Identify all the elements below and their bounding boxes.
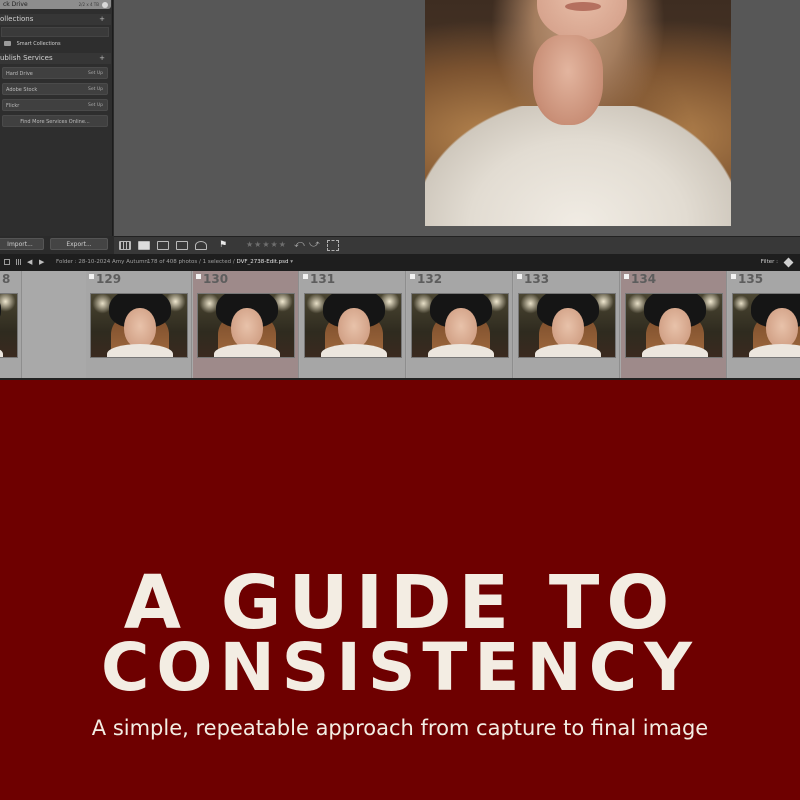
photo-count-label: 178 of 408 photos / 1 selected / [147,259,237,265]
filmstrip-cell[interactable]: 132 [407,271,513,378]
add-collection-icon[interactable]: + [99,14,105,25]
filmstrip: 8 129 130 131 132 133 134 135 [0,271,800,380]
thumbnail[interactable] [304,293,402,358]
main-photo[interactable] [425,0,731,226]
photo-hand [533,35,603,125]
loupe-view-icon[interactable] [138,241,150,250]
forward-arrow-icon[interactable]: ▶ [39,254,44,271]
collections-header-label: ollections [0,15,34,23]
service-name: Adobe Stock [6,87,38,93]
folder-icon [4,41,11,46]
survey-view-icon[interactable] [176,241,188,250]
folder-path: Folder : 28-10-2024 Amy Autumn [56,259,148,265]
drive-capacity: 2/2 x 4 TB [78,2,99,7]
drive-row[interactable]: ck Drive 2/2 x 4 TB [0,0,111,9]
filmstrip-cell[interactable]: 135 [728,271,800,378]
collections-filter-box[interactable] [1,27,109,37]
photo-lips [565,2,601,11]
filmstrip-cell[interactable]: 129 [86,271,192,378]
filmstrip-cell[interactable]: 131 [300,271,406,378]
frame-number: 132 [417,272,443,286]
back-arrow-icon[interactable]: ◀ [27,254,32,271]
frame-label: 132 [410,272,442,286]
service-adobe-stock[interactable]: Adobe Stock Set Up [2,83,108,95]
thumbnail[interactable] [625,293,723,358]
filter-label: Filter : [760,259,778,265]
people-view-icon[interactable] [195,241,207,250]
filename-dropdown-icon[interactable]: ▾ [288,259,293,265]
thumbnail[interactable] [411,293,509,358]
clear-icon[interactable] [102,2,108,8]
filmstrip-cell-selected[interactable]: 134 [621,271,727,378]
frame-label: 129 [89,272,121,286]
loupe-view[interactable] [114,0,800,236]
left-panel: ck Drive 2/2 x 4 TB ollections + Smart C… [0,0,113,236]
compare-view-icon[interactable] [157,241,169,250]
badge-icon [517,274,522,279]
collections-header[interactable]: ollections + [0,14,111,25]
badge-icon [624,274,629,279]
export-button[interactable]: Export... [50,238,108,250]
frame-number: 135 [738,272,764,286]
frame-number: 131 [310,272,336,286]
second-window-icon[interactable] [4,259,10,265]
import-button[interactable]: Import... [0,238,44,250]
frame-label: 134 [624,272,656,286]
filter-icon[interactable] [783,257,794,268]
frame-label: 131 [303,272,335,286]
title-line-2: CONSISTENCY [101,629,699,706]
selected-filename: DVF_2738-Edit.psd [236,259,289,265]
thumbnail[interactable] [518,293,616,358]
service-flickr[interactable]: Flickr Set Up [2,99,108,111]
grid-icon[interactable] [16,259,22,265]
rotate-left-icon[interactable]: ⤺ [294,239,305,250]
star-rating[interactable]: ★★★★★ [246,240,287,249]
frame-number: 133 [524,272,550,286]
badge-icon [731,274,736,279]
filmstrip-cell[interactable]: 133 [514,271,620,378]
badge-icon [196,274,201,279]
setup-button[interactable]: Set Up [88,100,103,110]
flag-icon[interactable]: ⚑ [219,240,227,250]
find-more-services-button[interactable]: Find More Services Online... [2,115,108,127]
publish-services-header[interactable]: ublish Services + [0,53,111,64]
thumbnail[interactable] [732,293,800,358]
rotate-right-icon[interactable]: ⤻ [309,239,320,250]
title-banner: A GUIDE TO CONSISTENCY A simple, repeata… [0,382,800,800]
badge-icon [89,274,94,279]
filmstrip-cell[interactable]: 8 [0,271,22,378]
smart-collections-label: Smart Collections [16,41,61,47]
grid-view-icon[interactable] [119,241,131,250]
frame-number: 134 [631,272,657,286]
photo-count[interactable]: 178 of 408 photos / 1 selected / DVF_273… [147,254,293,271]
drive-label: ck Drive [3,1,28,8]
badge-icon [303,274,308,279]
subtitle: A simple, repeatable approach from captu… [91,716,709,740]
frame-label: 135 [731,272,763,286]
publish-services-label: ublish Services [0,54,53,62]
lightroom-screenshot: ck Drive 2/2 x 4 TB ollections + Smart C… [0,0,800,380]
badge-icon [410,274,415,279]
service-name: Flickr [6,103,20,109]
thumbnail[interactable] [0,293,18,358]
filmstrip-nav: ◀ ▶ Folder : 28-10-2024 Amy Autumn 178 o… [0,254,800,271]
thumbnail[interactable] [90,293,188,358]
setup-button[interactable]: Set Up [88,84,103,94]
service-hard-drive[interactable]: Hard Drive Set Up [2,67,108,79]
add-service-icon[interactable]: + [99,53,105,64]
frame-label: 130 [196,272,228,286]
filmstrip-cell-selected[interactable]: 130 [193,271,299,378]
thumbnail[interactable] [197,293,295,358]
frame-label: 133 [517,272,549,286]
frame-number: 8 [2,272,11,286]
crop-icon[interactable] [327,240,339,251]
library-toolbar: ⚑ ★★★★★ ⤺ ⤻ [114,236,800,254]
smart-collections-item[interactable]: Smart Collections [0,40,111,49]
service-name: Hard Drive [6,71,33,77]
setup-button[interactable]: Set Up [88,68,103,78]
frame-number: 129 [96,272,122,286]
frame-number: 130 [203,272,229,286]
